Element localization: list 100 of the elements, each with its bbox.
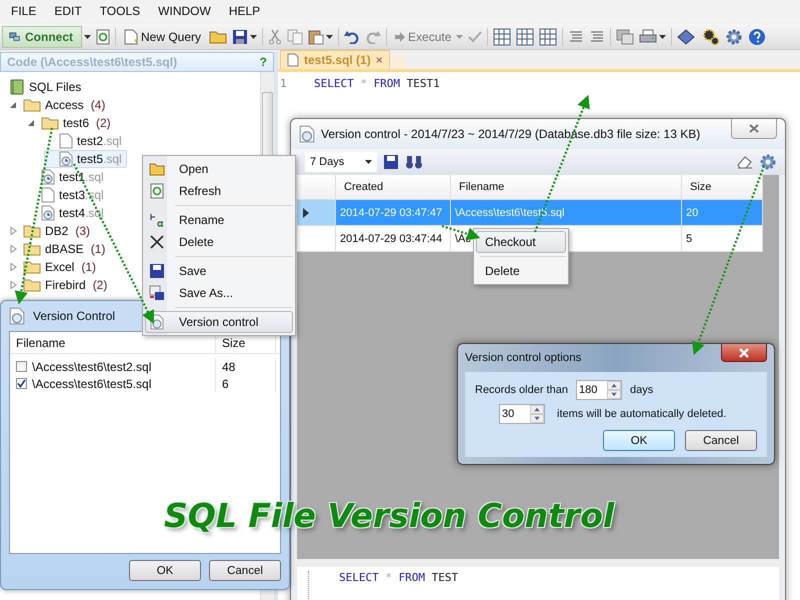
code-line: SELECT * FROM TEST	[339, 571, 460, 586]
close-button[interactable]	[721, 344, 767, 362]
column-header[interactable]: Size	[215, 332, 275, 353]
collapse-arrow-icon[interactable]	[27, 119, 35, 127]
checkbox[interactable]	[16, 378, 27, 389]
menu-item[interactable]: WINDOW	[149, 2, 220, 20]
check-icon[interactable]	[468, 30, 482, 42]
row-pointer-icon	[303, 208, 309, 218]
settings-icon[interactable]	[725, 28, 744, 46]
menu-item[interactable]: Refresh	[145, 180, 293, 202]
column-header[interactable]: Filename	[10, 332, 215, 353]
close-button[interactable]: ×	[376, 53, 383, 67]
gears-icon[interactable]	[702, 28, 720, 46]
caret-icon	[365, 160, 372, 164]
checkbox[interactable]	[16, 361, 27, 372]
expand-arrow-icon[interactable]	[9, 245, 17, 253]
panel-title: Code (\Access\test6\test5.sql)	[7, 55, 178, 69]
tree-item[interactable]: test5.sql	[44, 150, 127, 168]
tree-item[interactable]: DB2 (3)	[8, 222, 96, 240]
menu-item[interactable]: Save As...	[145, 282, 293, 304]
menu-item[interactable]: EDIT	[45, 2, 91, 20]
column-header[interactable]: Filename	[451, 175, 682, 199]
save-icon[interactable]	[232, 28, 248, 44]
dialog-button[interactable]: Cancel	[685, 430, 757, 451]
arrow-right-icon	[395, 32, 406, 42]
caret-icon[interactable]	[326, 34, 334, 38]
grid-icon[interactable]	[539, 28, 558, 46]
grid-icon[interactable]	[493, 28, 512, 46]
caret-icon[interactable]	[84, 34, 91, 38]
menu-item[interactable]: FILE	[2, 2, 46, 20]
field-label: days	[630, 384, 654, 396]
column-header[interactable]: Created	[336, 175, 451, 199]
diamond-icon[interactable]	[677, 28, 698, 44]
menu-item[interactable]: TOOLS	[90, 2, 150, 20]
connect-button[interactable]: Connect	[2, 26, 82, 48]
caret-icon[interactable]	[659, 34, 666, 38]
menu-item[interactable]: Rename	[145, 209, 293, 231]
binoculars-icon[interactable]	[405, 154, 423, 170]
list-icon[interactable]	[568, 30, 584, 44]
window-icon[interactable]	[616, 28, 634, 44]
menu-item[interactable]: Checkout	[476, 231, 566, 253]
folder-icon	[23, 224, 41, 238]
expand-arrow-icon[interactable]	[9, 263, 17, 271]
list-icon[interactable]	[589, 30, 606, 44]
menu-item[interactable]: HELP	[220, 2, 270, 20]
table-cell: 48	[215, 358, 275, 375]
period-dropdown[interactable]: 7 Days	[305, 152, 377, 172]
refresh-icon[interactable]	[96, 28, 110, 44]
file-icon	[287, 53, 299, 67]
folder-icon	[41, 116, 59, 130]
undo-icon[interactable]	[344, 30, 360, 44]
collapse-arrow-icon[interactable]	[9, 101, 17, 109]
close-icon	[738, 348, 750, 358]
folder-icon[interactable]	[209, 30, 228, 44]
dialog-button[interactable]: Cancel	[209, 560, 281, 581]
tree-item[interactable]: SQL Files	[8, 78, 86, 96]
items-spinner[interactable]: 30	[499, 404, 545, 424]
menu-item[interactable]: Version control	[145, 311, 293, 333]
tree-item[interactable]: test3.sql	[26, 186, 109, 204]
expand-arrow-icon[interactable]	[9, 227, 17, 235]
tree-item[interactable]: test1.sql	[26, 168, 109, 186]
tree-item[interactable]: test6 (2)	[26, 114, 116, 132]
delete-icon	[149, 234, 165, 250]
tree-item[interactable]: Firebird (2)	[8, 276, 112, 294]
book-icon	[9, 79, 25, 95]
folder-icon	[23, 242, 41, 256]
clock-file-icon	[9, 307, 25, 325]
help-icon[interactable]	[748, 28, 766, 46]
tree-item[interactable]: test2.sql	[44, 132, 127, 150]
grid-icon[interactable]	[516, 28, 534, 46]
dialog-button[interactable]: OK	[603, 430, 675, 451]
folder-icon	[149, 161, 165, 177]
days-spinner[interactable]: 180	[576, 380, 622, 400]
rename-icon	[149, 212, 165, 228]
line-number: 1	[280, 77, 288, 90]
menu-item[interactable]: Delete	[145, 231, 293, 253]
caret-icon[interactable]	[250, 34, 258, 38]
printer-icon[interactable]	[639, 28, 658, 44]
dialog-button[interactable]: OK	[129, 560, 201, 581]
paste-icon[interactable]	[308, 28, 324, 44]
settings-icon[interactable]	[759, 153, 777, 171]
code-editor[interactable]: SELECT * FROM TEST	[297, 567, 779, 600]
table-cell: 6	[215, 375, 275, 392]
menu-item[interactable]: Save	[145, 260, 293, 282]
column-header[interactable]: Size	[682, 175, 763, 199]
tree-item[interactable]: dBASE (1)	[8, 240, 110, 258]
tree-item[interactable]: Access (4)	[8, 96, 110, 114]
eraser-icon[interactable]	[737, 155, 753, 169]
menu-item[interactable]: Open	[145, 158, 293, 180]
save-icon[interactable]	[383, 154, 399, 170]
table-cell: \Access\test6\test5.sql	[451, 200, 682, 225]
expand-arrow-icon[interactable]	[9, 281, 17, 289]
file-path: \Access\test6\test2.sql	[32, 360, 152, 374]
new-query-button[interactable]: New Query	[121, 26, 204, 48]
editor-tab[interactable]: test5.sql (1) ×	[280, 50, 390, 69]
code-line: SELECT * FROM TEST1	[314, 77, 441, 90]
code-editor[interactable]: 1 SELECT * FROM TEST1	[278, 72, 800, 95]
tree-item[interactable]: Excel (1)	[8, 258, 102, 276]
window-title: Version control - 2014/7/23 ~ 2014/7/29 (Database.db3 file size: 13 KB)	[321, 127, 700, 141]
menu-item[interactable]: Delete	[476, 260, 566, 282]
